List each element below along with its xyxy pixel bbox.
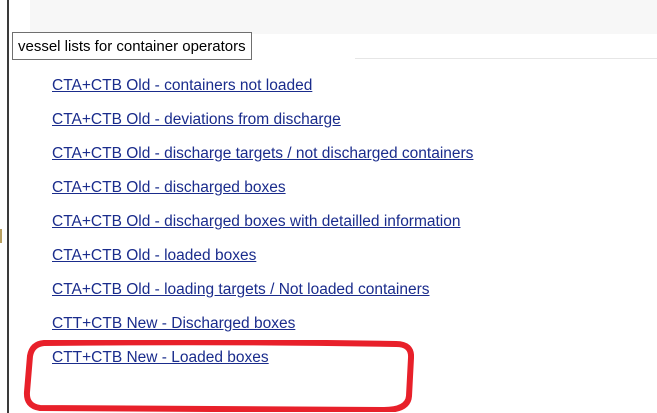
report-link[interactable]: CTA+CTB Old - loading targets / Not load… <box>52 281 430 298</box>
list-item: CTA+CTB Old - discharged boxes with deta… <box>52 208 473 242</box>
report-link[interactable]: CTA+CTB Old - discharged boxes <box>52 179 286 196</box>
list-item: CTA+CTB Old - deviations from discharge <box>52 106 473 140</box>
list-item: CTA+CTB Old - discharged boxes <box>52 174 473 208</box>
report-link[interactable]: CTA+CTB Old - discharged boxes with deta… <box>52 213 461 230</box>
page: vessel lists for container operators CTA… <box>0 0 657 413</box>
section-title: vessel lists for container operators <box>18 37 246 55</box>
report-link[interactable]: CTA+CTB Old - discharge targets / not di… <box>52 145 473 162</box>
highlight-annotation <box>23 340 414 412</box>
list-item: CTA+CTB Old - discharge targets / not di… <box>52 140 473 174</box>
list-item: CTT+CTB New - Discharged boxes <box>52 310 473 344</box>
list-item: CTA+CTB Old - loaded boxes <box>52 242 473 276</box>
report-link[interactable]: CTT+CTB New - Discharged boxes <box>52 315 295 332</box>
left-border <box>7 0 9 413</box>
highlight-outline <box>23 340 414 412</box>
section-header: vessel lists for container operators <box>12 32 252 60</box>
report-link[interactable]: CTA+CTB Old - containers not loaded <box>52 77 312 94</box>
list-item: CTA+CTB Old - loading targets / Not load… <box>52 276 473 310</box>
report-link[interactable]: CTA+CTB Old - loaded boxes <box>52 247 256 264</box>
top-strip <box>30 0 657 34</box>
list-item: CTA+CTB Old - containers not loaded <box>52 72 473 106</box>
report-link-list: CTA+CTB Old - containers not loaded CTA+… <box>52 72 473 378</box>
header-divider <box>355 58 657 59</box>
left-marker <box>0 229 2 243</box>
report-link[interactable]: CTA+CTB Old - deviations from discharge <box>52 111 341 128</box>
